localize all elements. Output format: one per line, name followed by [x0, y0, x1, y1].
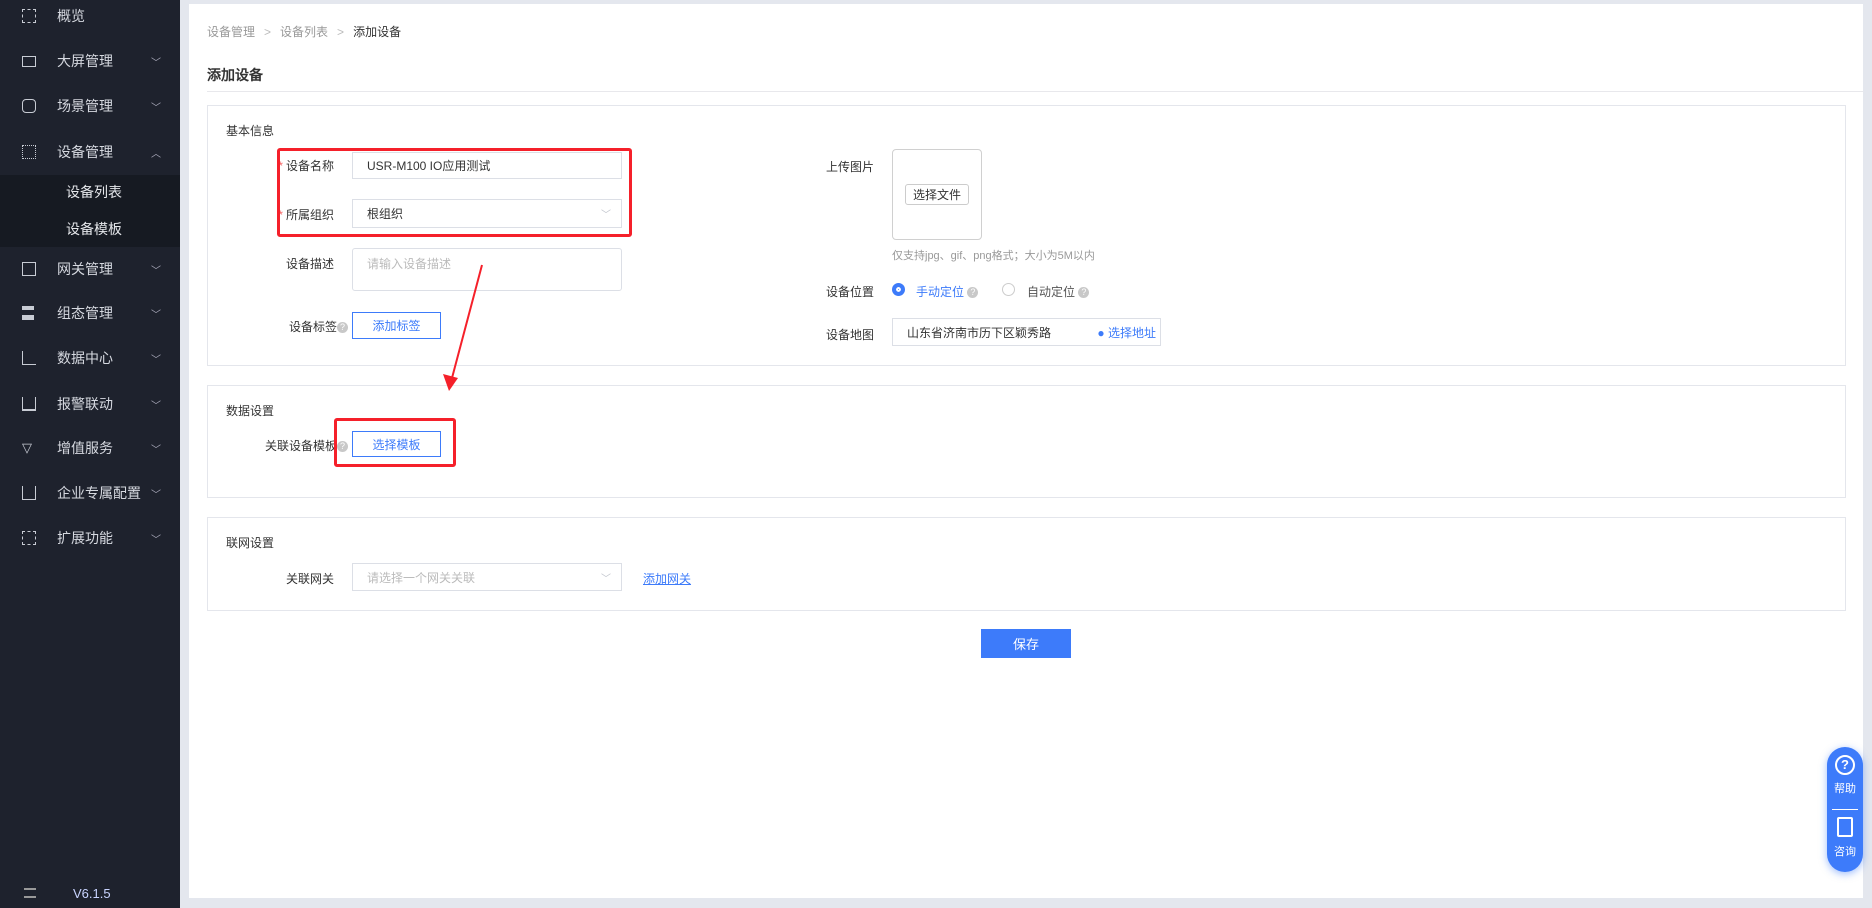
annotation-arrow [443, 264, 483, 391]
document-icon [1837, 817, 1853, 837]
question-icon: ? [1835, 755, 1855, 775]
consult-button[interactable]: 咨询 [1827, 817, 1863, 859]
divider [1832, 809, 1858, 810]
floating-help-widget: ? 帮助 咨询 [1827, 747, 1863, 872]
help-button[interactable]: ? 帮助 [1827, 755, 1863, 796]
